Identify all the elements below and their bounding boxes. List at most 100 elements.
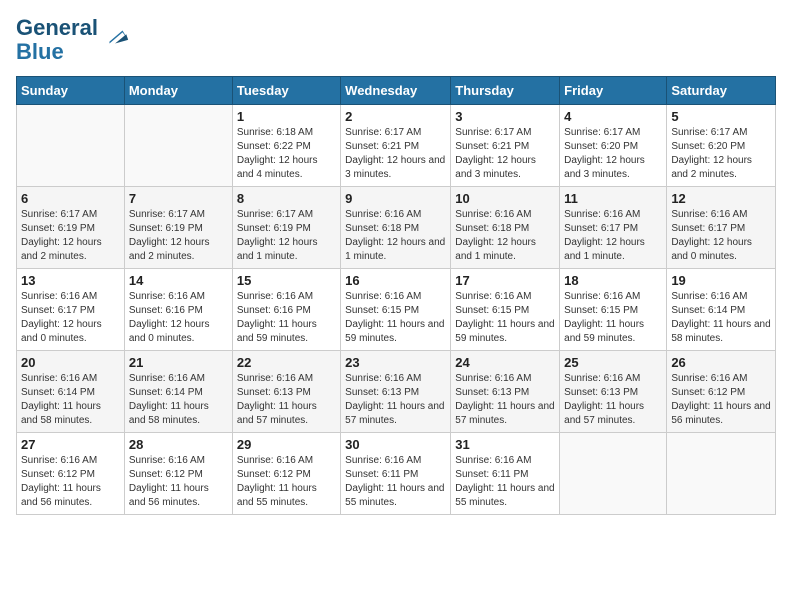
logo-icon	[102, 23, 130, 51]
day-cell: 14 Sunrise: 6:16 AM Sunset: 6:16 PM Dayli…	[124, 269, 232, 351]
weekday-header-saturday: Saturday	[667, 77, 776, 105]
day-cell: 4 Sunrise: 6:17 AM Sunset: 6:20 PM Daylig…	[560, 105, 667, 187]
day-cell: 1 Sunrise: 6:18 AM Sunset: 6:22 PM Daylig…	[232, 105, 340, 187]
weekday-header-monday: Monday	[124, 77, 232, 105]
page-header: General Blue	[16, 16, 776, 64]
week-row-5: 27 Sunrise: 6:16 AM Sunset: 6:12 PM Dayli…	[17, 433, 776, 515]
day-info: Sunrise: 6:16 AM Sunset: 6:13 PM Dayligh…	[564, 372, 662, 428]
day-info: Sunrise: 6:17 AM Sunset: 6:19 PM Dayligh…	[237, 208, 336, 264]
weekday-header-friday: Friday	[560, 77, 667, 105]
day-cell: 2 Sunrise: 6:17 AM Sunset: 6:21 PM Daylig…	[341, 105, 451, 187]
week-row-3: 13 Sunrise: 6:16 AM Sunset: 6:17 PM Dayli…	[17, 269, 776, 351]
day-info: Sunrise: 6:16 AM Sunset: 6:14 PM Dayligh…	[129, 372, 228, 428]
day-cell: 13 Sunrise: 6:16 AM Sunset: 6:17 PM Dayli…	[17, 269, 125, 351]
day-cell: 6Sunrise: 6:17 AM Sunset: 6:19 PM Daylig…	[17, 187, 125, 269]
day-number: 14	[129, 273, 228, 288]
day-info: Sunrise: 6:16 AM Sunset: 6:11 PM Dayligh…	[345, 454, 446, 510]
day-cell: 16 Sunrise: 6:16 AM Sunset: 6:15 PM Dayli…	[341, 269, 451, 351]
weekday-header-thursday: Thursday	[451, 77, 560, 105]
day-info: Sunrise: 6:17 AM Sunset: 6:20 PM Dayligh…	[671, 126, 771, 182]
week-row-1: 1 Sunrise: 6:18 AM Sunset: 6:22 PM Daylig…	[17, 105, 776, 187]
day-cell	[124, 105, 232, 187]
day-cell: 22 Sunrise: 6:16 AM Sunset: 6:13 PM Dayli…	[232, 351, 340, 433]
day-cell: 5 Sunrise: 6:17 AM Sunset: 6:20 PM Daylig…	[667, 105, 776, 187]
day-info: Sunrise: 6:17 AM Sunset: 6:21 PM Dayligh…	[345, 126, 446, 182]
day-info: Sunrise: 6:17 AM Sunset: 6:19 PM Dayligh…	[21, 208, 120, 264]
day-number: 2	[345, 109, 446, 124]
day-cell: 23 Sunrise: 6:16 AM Sunset: 6:13 PM Dayli…	[341, 351, 451, 433]
logo-text: General Blue	[16, 16, 98, 64]
day-number: 5	[671, 109, 771, 124]
day-number: 28	[129, 437, 228, 452]
day-info: Sunrise: 6:16 AM Sunset: 6:12 PM Dayligh…	[129, 454, 228, 510]
day-info: Sunrise: 6:16 AM Sunset: 6:16 PM Dayligh…	[129, 290, 228, 346]
day-info: Sunrise: 6:16 AM Sunset: 6:13 PM Dayligh…	[455, 372, 555, 428]
day-cell: 19Sunrise: 6:16 AM Sunset: 6:14 PM Dayli…	[667, 269, 776, 351]
day-cell: 28 Sunrise: 6:16 AM Sunset: 6:12 PM Dayli…	[124, 433, 232, 515]
day-info: Sunrise: 6:16 AM Sunset: 6:13 PM Dayligh…	[345, 372, 446, 428]
day-cell: 15 Sunrise: 6:16 AM Sunset: 6:16 PM Dayli…	[232, 269, 340, 351]
day-info: Sunrise: 6:16 AM Sunset: 6:18 PM Dayligh…	[455, 208, 555, 264]
day-number: 1	[237, 109, 336, 124]
day-cell: 25 Sunrise: 6:16 AM Sunset: 6:13 PM Dayli…	[560, 351, 667, 433]
day-cell: 27 Sunrise: 6:16 AM Sunset: 6:12 PM Dayli…	[17, 433, 125, 515]
day-number: 11	[564, 191, 662, 206]
weekday-header-sunday: Sunday	[17, 77, 125, 105]
day-cell	[17, 105, 125, 187]
day-number: 13	[21, 273, 120, 288]
day-number: 8	[237, 191, 336, 206]
day-cell: 17Sunrise: 6:16 AM Sunset: 6:15 PM Dayli…	[451, 269, 560, 351]
day-number: 21	[129, 355, 228, 370]
day-number: 16	[345, 273, 446, 288]
day-info: Sunrise: 6:16 AM Sunset: 6:12 PM Dayligh…	[671, 372, 771, 428]
day-cell	[667, 433, 776, 515]
weekday-header-tuesday: Tuesday	[232, 77, 340, 105]
day-info: Sunrise: 6:16 AM Sunset: 6:15 PM Dayligh…	[564, 290, 662, 346]
week-row-4: 20 Sunrise: 6:16 AM Sunset: 6:14 PM Dayli…	[17, 351, 776, 433]
day-info: Sunrise: 6:16 AM Sunset: 6:15 PM Dayligh…	[455, 290, 555, 346]
day-cell: 3Sunrise: 6:17 AM Sunset: 6:21 PM Daylig…	[451, 105, 560, 187]
day-info: Sunrise: 6:16 AM Sunset: 6:16 PM Dayligh…	[237, 290, 336, 346]
day-info: Sunrise: 6:16 AM Sunset: 6:12 PM Dayligh…	[237, 454, 336, 510]
day-cell: 12Sunrise: 6:16 AM Sunset: 6:17 PM Dayli…	[667, 187, 776, 269]
day-cell	[560, 433, 667, 515]
day-cell: 8 Sunrise: 6:17 AM Sunset: 6:19 PM Daylig…	[232, 187, 340, 269]
logo: General Blue	[16, 16, 130, 64]
week-row-2: 6Sunrise: 6:17 AM Sunset: 6:19 PM Daylig…	[17, 187, 776, 269]
day-number: 24	[455, 355, 555, 370]
day-cell: 30 Sunrise: 6:16 AM Sunset: 6:11 PM Dayli…	[341, 433, 451, 515]
day-cell: 7 Sunrise: 6:17 AM Sunset: 6:19 PM Daylig…	[124, 187, 232, 269]
day-info: Sunrise: 6:16 AM Sunset: 6:17 PM Dayligh…	[671, 208, 771, 264]
day-cell: 20 Sunrise: 6:16 AM Sunset: 6:14 PM Dayli…	[17, 351, 125, 433]
day-number: 27	[21, 437, 120, 452]
day-info: Sunrise: 6:18 AM Sunset: 6:22 PM Dayligh…	[237, 126, 336, 182]
day-info: Sunrise: 6:17 AM Sunset: 6:20 PM Dayligh…	[564, 126, 662, 182]
day-cell: 24 Sunrise: 6:16 AM Sunset: 6:13 PM Dayli…	[451, 351, 560, 433]
day-cell: 18 Sunrise: 6:16 AM Sunset: 6:15 PM Dayli…	[560, 269, 667, 351]
day-number: 25	[564, 355, 662, 370]
day-info: Sunrise: 6:16 AM Sunset: 6:12 PM Dayligh…	[21, 454, 120, 510]
day-number: 7	[129, 191, 228, 206]
day-cell: 9 Sunrise: 6:16 AM Sunset: 6:18 PM Daylig…	[341, 187, 451, 269]
day-info: Sunrise: 6:16 AM Sunset: 6:14 PM Dayligh…	[671, 290, 771, 346]
day-number: 3	[455, 109, 555, 124]
day-info: Sunrise: 6:16 AM Sunset: 6:15 PM Dayligh…	[345, 290, 446, 346]
day-cell: 31Sunrise: 6:16 AM Sunset: 6:11 PM Dayli…	[451, 433, 560, 515]
day-number: 18	[564, 273, 662, 288]
day-number: 23	[345, 355, 446, 370]
day-info: Sunrise: 6:16 AM Sunset: 6:18 PM Dayligh…	[345, 208, 446, 264]
day-info: Sunrise: 6:16 AM Sunset: 6:14 PM Dayligh…	[21, 372, 120, 428]
weekday-header-row: SundayMondayTuesdayWednesdayThursdayFrid…	[17, 77, 776, 105]
day-info: Sunrise: 6:16 AM Sunset: 6:11 PM Dayligh…	[455, 454, 555, 510]
day-number: 9	[345, 191, 446, 206]
day-info: Sunrise: 6:16 AM Sunset: 6:17 PM Dayligh…	[21, 290, 120, 346]
day-info: Sunrise: 6:16 AM Sunset: 6:13 PM Dayligh…	[237, 372, 336, 428]
day-number: 15	[237, 273, 336, 288]
day-number: 20	[21, 355, 120, 370]
day-info: Sunrise: 6:17 AM Sunset: 6:19 PM Dayligh…	[129, 208, 228, 264]
day-number: 10	[455, 191, 555, 206]
day-cell: 21 Sunrise: 6:16 AM Sunset: 6:14 PM Dayli…	[124, 351, 232, 433]
day-number: 30	[345, 437, 446, 452]
day-number: 22	[237, 355, 336, 370]
day-number: 4	[564, 109, 662, 124]
